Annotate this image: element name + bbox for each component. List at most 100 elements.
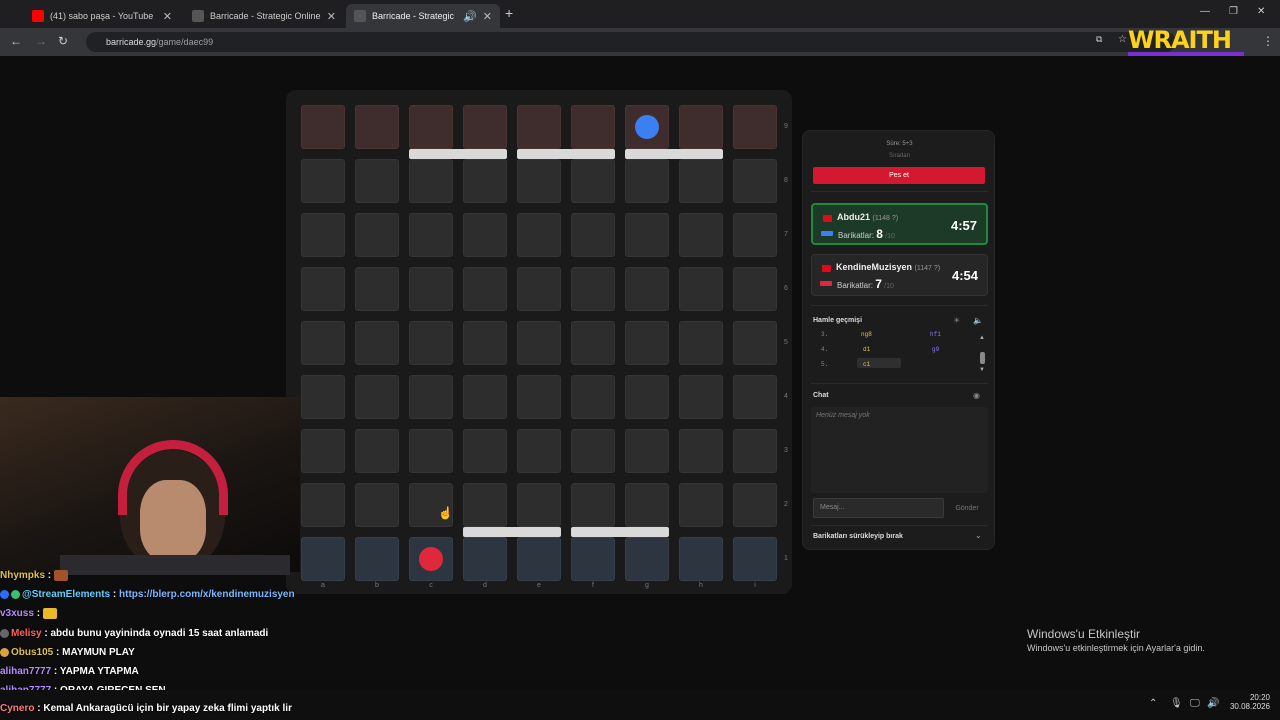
board-square-c7[interactable] xyxy=(409,213,453,257)
board-square-i9[interactable] xyxy=(733,105,777,149)
board-square-e2[interactable] xyxy=(517,483,561,527)
board-square-i5[interactable] xyxy=(733,321,777,365)
board-square-g5[interactable] xyxy=(625,321,669,365)
resign-button[interactable]: Pes et xyxy=(813,167,985,184)
board-square-c3[interactable] xyxy=(409,429,453,473)
board-square-f3[interactable] xyxy=(571,429,615,473)
board-square-a8[interactable] xyxy=(301,159,345,203)
scroll-up-icon[interactable]: ▲ xyxy=(979,335,985,341)
board-square-h2[interactable] xyxy=(679,483,723,527)
sound-icon[interactable]: 🔈 xyxy=(973,316,983,325)
close-tab-icon[interactable]: ✕ xyxy=(163,10,172,23)
board-square-f7[interactable] xyxy=(571,213,615,257)
drag-barriers-label[interactable]: Barikatları sürükleyip bırak xyxy=(813,533,903,540)
board-square-a6[interactable] xyxy=(301,267,345,311)
board-square-h1[interactable] xyxy=(679,537,723,581)
board-square-b6[interactable] xyxy=(355,267,399,311)
board-square-a1[interactable] xyxy=(301,537,345,581)
url-input[interactable]: barricade.gg/game/daec99 xyxy=(86,32,1176,52)
new-tab-icon[interactable]: + xyxy=(505,5,513,21)
maximize-icon[interactable]: ❐ xyxy=(1229,6,1238,17)
board-square-f1[interactable] xyxy=(571,537,615,581)
minimize-icon[interactable]: — xyxy=(1200,6,1210,17)
board-square-i2[interactable] xyxy=(733,483,777,527)
board-square-i8[interactable] xyxy=(733,159,777,203)
board-square-c5[interactable] xyxy=(409,321,453,365)
close-window-icon[interactable]: ✕ xyxy=(1257,6,1265,17)
board-square-c2[interactable] xyxy=(409,483,453,527)
board-square-d5[interactable] xyxy=(463,321,507,365)
move-white[interactable]: c1 xyxy=(863,361,870,368)
scroll-down-icon[interactable]: ▼ xyxy=(979,367,985,373)
board-square-a7[interactable] xyxy=(301,213,345,257)
board-square-b1[interactable] xyxy=(355,537,399,581)
network-icon[interactable]: 🖵 xyxy=(1190,698,1200,709)
board-square-c8[interactable] xyxy=(409,159,453,203)
move-black[interactable]: hf1 xyxy=(930,331,941,338)
board-square-i6[interactable] xyxy=(733,267,777,311)
back-icon[interactable]: ← xyxy=(10,34,22,48)
board-square-h3[interactable] xyxy=(679,429,723,473)
message-input[interactable]: Mesaj... xyxy=(813,498,944,518)
move-white[interactable]: ng8 xyxy=(861,331,872,338)
board-square-e5[interactable] xyxy=(517,321,561,365)
board-square-b5[interactable] xyxy=(355,321,399,365)
board-square-i4[interactable] xyxy=(733,375,777,419)
board-square-b7[interactable] xyxy=(355,213,399,257)
tab-youtube[interactable]: (41) sabo paşa - YouTube ✕ xyxy=(24,4,180,28)
board-square-h4[interactable] xyxy=(679,375,723,419)
board-square-d9[interactable] xyxy=(463,105,507,149)
board-square-f8[interactable] xyxy=(571,159,615,203)
board-square-g8[interactable] xyxy=(625,159,669,203)
board-square-b4[interactable] xyxy=(355,375,399,419)
board-square-d8[interactable] xyxy=(463,159,507,203)
board-square-f4[interactable] xyxy=(571,375,615,419)
board-square-e9[interactable] xyxy=(517,105,561,149)
board-square-g3[interactable] xyxy=(625,429,669,473)
scrollbar-thumb[interactable] xyxy=(980,352,985,364)
board-square-d7[interactable] xyxy=(463,213,507,257)
microphone-icon[interactable]: 🎙 xyxy=(1170,698,1183,709)
board-square-f2[interactable] xyxy=(571,483,615,527)
board-square-h5[interactable] xyxy=(679,321,723,365)
board-square-h8[interactable] xyxy=(679,159,723,203)
board-square-g7[interactable] xyxy=(625,213,669,257)
send-button[interactable]: Gönder xyxy=(949,498,985,518)
board-square-h7[interactable] xyxy=(679,213,723,257)
taskbar-clock[interactable]: 20:20 30.08.2026 xyxy=(1226,693,1270,711)
move-white[interactable]: d1 xyxy=(863,346,870,353)
forward-icon[interactable]: → xyxy=(35,34,47,48)
board-square-g2[interactable] xyxy=(625,483,669,527)
board-square-i3[interactable] xyxy=(733,429,777,473)
board-square-d2[interactable] xyxy=(463,483,507,527)
board-square-b9[interactable] xyxy=(355,105,399,149)
board-square-f9[interactable] xyxy=(571,105,615,149)
menu-kebab-icon[interactable]: ⋮ xyxy=(1262,34,1274,48)
board-square-b3[interactable] xyxy=(355,429,399,473)
volume-icon[interactable]: 🔊 xyxy=(1207,698,1219,709)
eye-icon[interactable]: ◉ xyxy=(973,391,980,400)
speaker-icon[interactable]: 🔊 xyxy=(463,10,477,23)
board-square-a2[interactable] xyxy=(301,483,345,527)
bookmark-star-icon[interactable]: ☆ xyxy=(1118,34,1127,45)
board-square-a9[interactable] xyxy=(301,105,345,149)
pawn-red[interactable] xyxy=(419,547,443,571)
pawn-blue[interactable] xyxy=(635,115,659,139)
board-square-c9[interactable] xyxy=(409,105,453,149)
board-square-d1[interactable] xyxy=(463,537,507,581)
board-square-g1[interactable] xyxy=(625,537,669,581)
board-square-g6[interactable] xyxy=(625,267,669,311)
board-square-d6[interactable] xyxy=(463,267,507,311)
board-square-d4[interactable] xyxy=(463,375,507,419)
translate-icon[interactable]: ⧉ xyxy=(1096,34,1102,45)
tab-barricade-1[interactable]: Barricade - Strategic Online Bo ✕ xyxy=(184,4,344,28)
board-square-b2[interactable] xyxy=(355,483,399,527)
board-square-h9[interactable] xyxy=(679,105,723,149)
reload-icon[interactable]: ↻ xyxy=(58,34,68,48)
board-square-e7[interactable] xyxy=(517,213,561,257)
board-square-c4[interactable] xyxy=(409,375,453,419)
board-square-c6[interactable] xyxy=(409,267,453,311)
board-square-a4[interactable] xyxy=(301,375,345,419)
board-square-a3[interactable] xyxy=(301,429,345,473)
board-square-f6[interactable] xyxy=(571,267,615,311)
